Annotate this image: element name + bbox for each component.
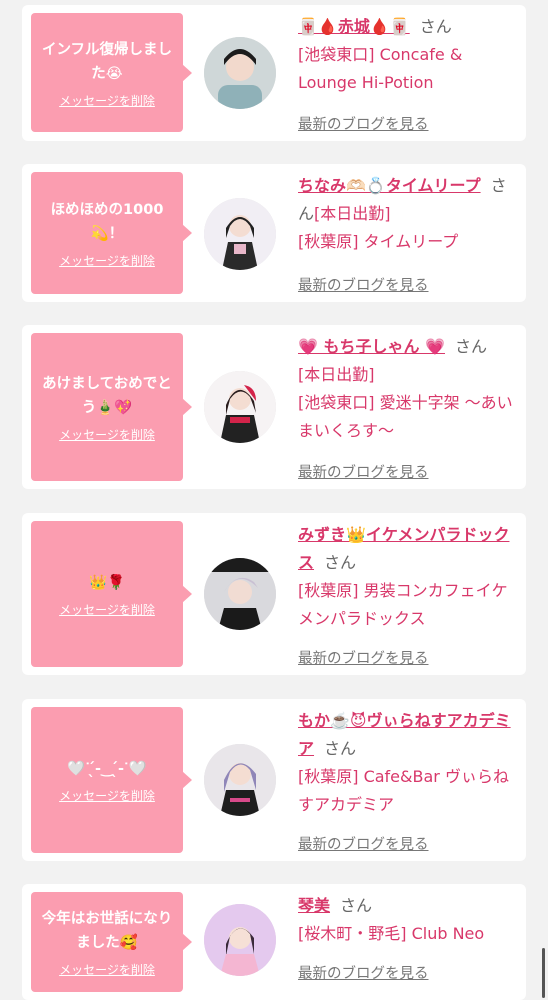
cast-info: ちなみ🫶🏻💍タイムリープ さん[本日出勤] [秋葉原] タイムリープ 最新のブログ… — [298, 172, 520, 296]
delete-message-link[interactable]: メッセージを削除 — [59, 963, 155, 977]
shop-name: [桜木町・野毛] Club Neo — [298, 924, 485, 943]
shop-name: [秋葉原] タイムリープ — [298, 232, 459, 251]
cast-info: もか☕️😈ヴぃらねすアカデミア さん [秋葉原] Cafe&Bar ヴぃらねすアカ… — [298, 707, 520, 855]
cast-info: みずき👑イケメンパラドックス さん [秋葉原] 男装コンカフェイケメンパラドックス… — [298, 521, 520, 669]
message-bubble: インフル復帰しました😭 メッセージを削除 — [31, 13, 192, 132]
delete-message-link[interactable]: メッセージを削除 — [59, 254, 155, 268]
latest-blog-link[interactable]: 最新のブログを見る — [298, 962, 429, 983]
message-bubble: 🤍ᐝ ̖́-‿ ̖́-ᐝ🤍 メッセージを削除 — [31, 707, 192, 853]
avatar[interactable] — [204, 744, 276, 816]
message-bubble: ほめほめの1000💫！ メッセージを削除 — [31, 172, 192, 294]
delete-message-link[interactable]: メッセージを削除 — [59, 428, 155, 442]
avatar[interactable] — [204, 558, 276, 630]
delete-message-link[interactable]: メッセージを削除 — [59, 94, 155, 108]
avatar[interactable] — [204, 904, 276, 976]
work-status: [本日出勤] — [314, 204, 391, 223]
honorific: さん — [455, 337, 488, 356]
message-bubble: 今年はお世話になりました🥰 メッセージを削除 — [31, 892, 192, 992]
shop-name: [池袋東口] 愛迷十字架 〜あいまいくろす〜 — [298, 393, 513, 440]
cast-name-link[interactable]: ちなみ🫶🏻💍タイムリープ — [298, 176, 481, 195]
work-status: [本日出勤] — [298, 365, 375, 384]
message-card: 今年はお世話になりました🥰 メッセージを削除 琴美 さん [桜木町・野毛] Clu… — [22, 884, 526, 1000]
message-card: ほめほめの1000💫！ メッセージを削除 ちなみ🫶🏻💍タイムリープ さん[本日出勤… — [22, 164, 526, 302]
latest-blog-link[interactable]: 最新のブログを見る — [298, 461, 429, 482]
message-text: ほめほめの1000💫！ — [50, 202, 164, 242]
latest-blog-link[interactable]: 最新のブログを見る — [298, 833, 429, 854]
message-text: 今年はお世話になりました🥰 — [41, 911, 173, 951]
shop-name: [池袋東口] Concafe & Lounge Hi-Potion — [298, 45, 463, 92]
latest-blog-link[interactable]: 最新のブログを見る — [298, 113, 429, 134]
message-card: あけましておめでとう🎍💖 メッセージを削除 💗 もち子しゃん 💗 さん [本日出勤… — [22, 325, 526, 489]
delete-message-link[interactable]: メッセージを削除 — [59, 789, 155, 803]
message-text: 🤍ᐝ ̖́-‿ ̖́-ᐝ🤍 — [67, 761, 147, 777]
shop-name: [秋葉原] 男装コンカフェイケメンパラドックス — [298, 581, 508, 628]
message-card: 🤍ᐝ ̖́-‿ ̖́-ᐝ🤍 メッセージを削除 もか☕️😈ヴぃらねすアカデミア さん… — [22, 699, 526, 861]
message-text: あけましておめでとう🎍💖 — [42, 376, 172, 416]
message-bubble: あけましておめでとう🎍💖 メッセージを削除 — [31, 333, 192, 481]
delete-message-link[interactable]: メッセージを削除 — [59, 603, 155, 617]
cast-name-link[interactable]: 琴美 — [298, 896, 330, 915]
cast-info: 琴美 さん [桜木町・野毛] Club Neo 最新のブログを見る — [298, 892, 520, 996]
latest-blog-link[interactable]: 最新のブログを見る — [298, 647, 429, 668]
honorific: さん — [419, 17, 452, 36]
avatar[interactable] — [204, 198, 276, 270]
cast-name-link[interactable]: 💗 もち子しゃん 💗 — [298, 337, 445, 356]
cast-info: 💗 もち子しゃん 💗 さん [本日出勤] [池袋東口] 愛迷十字架 〜あいまいくろ… — [298, 333, 520, 483]
honorific: さん — [340, 896, 373, 915]
message-card: 👑🌹 メッセージを削除 みずき👑イケメンパラドックス さん [秋葉原] 男装コンカ… — [22, 513, 526, 675]
message-bubble: 👑🌹 メッセージを削除 — [31, 521, 192, 667]
avatar[interactable] — [204, 37, 276, 109]
message-card: インフル復帰しました😭 メッセージを削除 🀄🩸赤城🩸🀄 さん [池袋東口] Con… — [22, 5, 526, 141]
shop-name: [秋葉原] Cafe&Bar ヴぃらねすアカデミア — [298, 767, 509, 814]
message-text: 👑🌹 — [88, 575, 126, 591]
honorific: さん — [324, 553, 357, 572]
scrollbar[interactable] — [542, 948, 545, 998]
honorific: さん — [324, 739, 357, 758]
latest-blog-link[interactable]: 最新のブログを見る — [298, 274, 429, 295]
cast-name-link[interactable]: 🀄🩸赤城🩸🀄 — [298, 17, 410, 36]
cast-info: 🀄🩸赤城🩸🀄 さん [池袋東口] Concafe & Lounge Hi-Poti… — [298, 13, 520, 137]
message-text: インフル復帰しました😭 — [41, 41, 173, 82]
avatar[interactable] — [204, 371, 276, 443]
